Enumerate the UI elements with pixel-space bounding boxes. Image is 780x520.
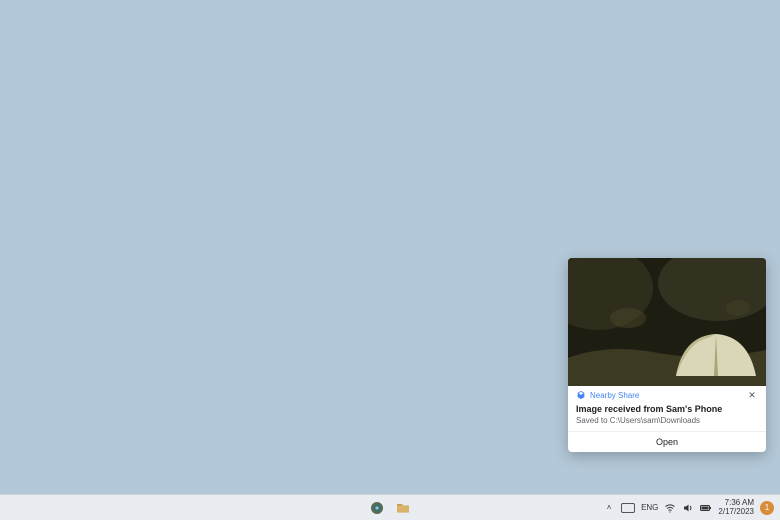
volume-icon[interactable] <box>682 502 694 514</box>
clock[interactable]: 7:36 AM 2/17/2023 <box>718 499 754 516</box>
clock-date: 2/17/2023 <box>718 508 754 516</box>
taskbar-center <box>368 499 412 517</box>
notification-app-name: Nearby Share <box>590 391 639 400</box>
notification-header: Nearby Share ✕ <box>568 386 766 403</box>
nearby-share-notification: Nearby Share ✕ Image received from Sam's… <box>568 258 766 452</box>
battery-icon[interactable] <box>700 502 712 514</box>
taskbar: ˄ ENG 7:36 AM 2/17/2023 1 <box>0 494 780 520</box>
wifi-icon[interactable] <box>664 502 676 514</box>
tray-overflow-icon[interactable]: ˄ <box>603 502 615 514</box>
keyboard-layout-icon[interactable] <box>621 503 635 513</box>
file-explorer-icon[interactable] <box>394 499 412 517</box>
notification-image[interactable] <box>568 258 766 386</box>
notification-center-badge[interactable]: 1 <box>760 501 774 515</box>
notification-title: Image received from Sam's Phone <box>576 404 758 414</box>
notification-actions: Open <box>568 431 766 452</box>
taskbar-right: ˄ ENG 7:36 AM 2/17/2023 1 <box>603 499 780 516</box>
close-button[interactable]: ✕ <box>746 389 758 401</box>
desktop[interactable]: Nearby Share ✕ Image received from Sam's… <box>0 0 780 494</box>
settings-icon[interactable] <box>368 499 386 517</box>
language-indicator[interactable]: ENG <box>641 503 658 512</box>
notification-subtitle: Saved to C:\Users\sam\Downloads <box>576 416 758 425</box>
nearby-share-icon <box>576 390 586 400</box>
open-button[interactable]: Open <box>568 432 766 452</box>
notification-body: Image received from Sam's Phone Saved to… <box>568 403 766 431</box>
